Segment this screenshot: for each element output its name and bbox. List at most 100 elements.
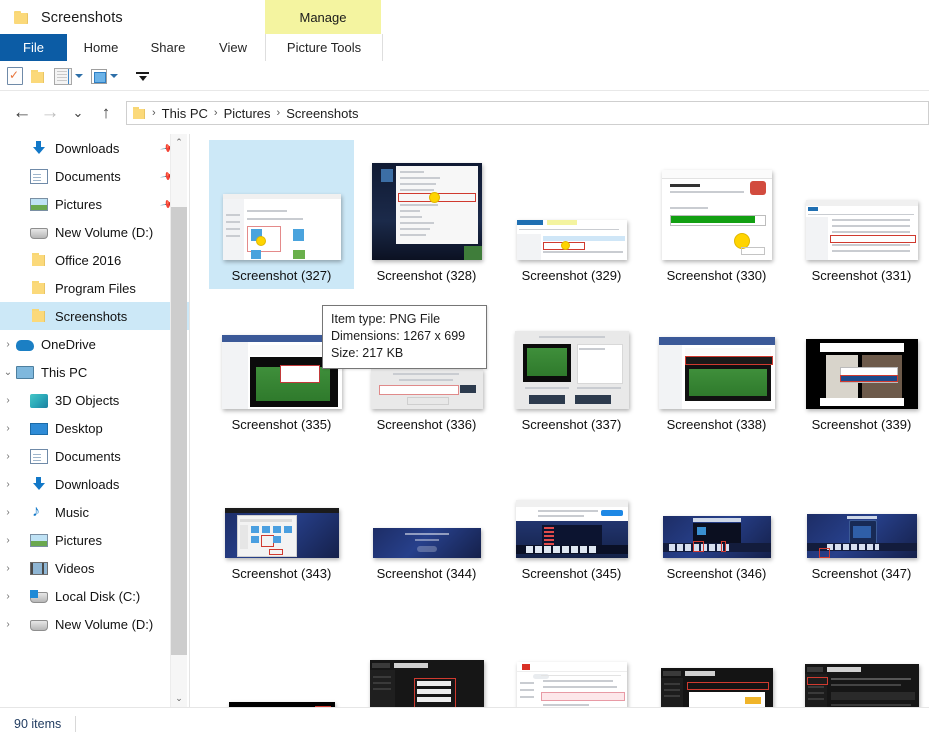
tab-share[interactable]: Share — [135, 34, 201, 61]
breadcrumb[interactable]: › This PC › Pictures › Screenshots — [126, 101, 929, 125]
sidebar-item-new-volume-d[interactable]: New Volume (D:) — [0, 218, 190, 246]
recent-locations-button[interactable]: ⌄ — [64, 99, 92, 127]
sidebar-item-videos[interactable]: › Videos — [0, 554, 190, 582]
chevron-down-icon — [110, 74, 118, 78]
download-icon — [30, 140, 48, 156]
sidebar-item-3d-objects[interactable]: › 3D Objects — [0, 386, 190, 414]
file-tile[interactable]: Screenshot (331) — [789, 140, 929, 289]
thumbnail-dark-toolbar — [220, 624, 344, 707]
file-tile[interactable] — [644, 587, 789, 707]
new-folder-icon — [31, 69, 46, 83]
file-tile[interactable]: Screenshot (347) — [789, 438, 929, 587]
expand-chevron-icon[interactable]: › — [0, 395, 16, 406]
customize-qat-button[interactable] — [126, 65, 149, 87]
preview-pane-icon — [91, 68, 107, 84]
tab-picture-tools[interactable]: Picture Tools — [265, 34, 383, 61]
thumbnail-video-editor-phone — [800, 460, 924, 558]
new-folder-button[interactable] — [31, 65, 46, 87]
scroll-up-icon[interactable]: ⌃ — [171, 134, 187, 151]
expand-chevron-icon[interactable]: › — [0, 591, 16, 602]
sidebar-item-office-2016[interactable]: Office 2016 — [0, 246, 190, 274]
file-tile[interactable] — [499, 587, 644, 707]
scrollbar-thumb[interactable] — [171, 207, 187, 655]
file-tile[interactable]: Screenshot (328) — [354, 140, 499, 289]
chevron-down-icon — [75, 74, 83, 78]
sidebar-item-label: Office 2016 — [55, 252, 122, 268]
expand-chevron-icon[interactable]: › — [0, 339, 16, 350]
sidebar-item-local-disk-c[interactable]: › Local Disk (C:) — [0, 582, 190, 610]
sidebar-item-new-volume-d[interactable]: › New Volume (D:) — [0, 610, 190, 638]
tab-file[interactable]: File — [0, 34, 67, 61]
file-tile[interactable]: Screenshot (344) — [354, 438, 499, 587]
sidebar-item-pictures[interactable]: Pictures 📌 — [0, 190, 190, 218]
sidebar-item-program-files[interactable]: Program Files — [0, 274, 190, 302]
list-size-dropdown[interactable] — [54, 65, 83, 87]
file-tile[interactable]: Screenshot (329) — [499, 140, 644, 289]
expand-chevron-icon[interactable]: ⌄ — [0, 367, 16, 378]
list-size-icon — [54, 67, 72, 85]
thumbnail-video-editor-dark — [655, 460, 779, 558]
properties-icon — [7, 67, 23, 85]
sidebar-item-label: New Volume (D:) — [55, 224, 154, 240]
sidebar-item-label: Downloads — [55, 140, 120, 156]
sidebar-item-downloads[interactable]: › Downloads — [0, 470, 190, 498]
file-tile[interactable]: Screenshot (337) — [499, 289, 644, 438]
sidebar-item-documents[interactable]: Documents 📌 — [0, 162, 190, 190]
preview-pane-dropdown[interactable] — [91, 65, 118, 87]
folder-icon — [30, 280, 48, 296]
expand-chevron-icon[interactable]: › — [0, 535, 16, 546]
forward-button[interactable]: → — [36, 99, 64, 127]
sidebar-item-desktop[interactable]: › Desktop — [0, 414, 190, 442]
file-tile[interactable] — [209, 587, 354, 707]
file-name-label: Screenshot (335) — [231, 417, 332, 432]
file-tile[interactable]: Screenshot (339) — [789, 289, 929, 438]
file-name-label: Screenshot (327) — [231, 268, 332, 283]
customize-qat-icon — [136, 70, 149, 83]
thumbnail-football-browser — [655, 311, 779, 409]
navigation-pane-scrollbar[interactable]: ⌃ ⌄ — [170, 134, 187, 707]
scroll-down-icon[interactable]: ⌄ — [171, 690, 187, 707]
back-button[interactable]: ← — [8, 99, 36, 127]
expand-chevron-icon[interactable]: › — [0, 619, 16, 630]
file-tile[interactable] — [354, 587, 499, 707]
file-tile[interactable] — [789, 587, 929, 707]
file-tile[interactable]: Screenshot (330) — [644, 140, 789, 289]
up-button[interactable]: ↑ — [92, 99, 120, 127]
thumbnail-downloader-result — [510, 311, 634, 409]
tab-home[interactable]: Home — [67, 34, 135, 61]
sidebar-item-label: Documents — [55, 168, 121, 184]
document-icon — [30, 448, 48, 464]
sidebar-item-pictures[interactable]: › Pictures — [0, 526, 190, 554]
breadcrumb-item-screenshots[interactable]: Screenshots — [281, 106, 363, 121]
expand-chevron-icon[interactable]: › — [0, 423, 16, 434]
thumbnail-dark-article — [800, 624, 924, 707]
tooltip-dimensions: Dimensions: 1267 x 699 — [331, 329, 466, 343]
file-tile[interactable]: Screenshot (343) — [209, 438, 354, 587]
sidebar-item-screenshots[interactable]: Screenshots — [0, 302, 190, 330]
file-tile[interactable]: Screenshot (338) — [644, 289, 789, 438]
thumbnail-blue-loading — [365, 460, 489, 558]
picture-icon — [30, 198, 48, 211]
file-list-view[interactable]: Screenshot (327) Screenshot (328) Screen… — [191, 134, 929, 707]
expand-chevron-icon[interactable]: › — [0, 507, 16, 518]
sidebar-item-downloads[interactable]: Downloads 📌 — [0, 134, 190, 162]
properties-button[interactable] — [7, 65, 23, 87]
breadcrumb-item-pictures[interactable]: Pictures — [219, 106, 276, 121]
expand-chevron-icon[interactable]: › — [0, 563, 16, 574]
sidebar-item-label: Videos — [55, 560, 95, 576]
tab-view[interactable]: View — [201, 34, 265, 61]
expand-chevron-icon[interactable]: › — [0, 451, 16, 462]
thumbnail-video-editor — [510, 460, 634, 558]
file-tile[interactable]: Screenshot (327) — [209, 140, 354, 289]
breadcrumb-item-this-pc[interactable]: This PC — [157, 106, 213, 121]
file-tile[interactable]: Screenshot (345) — [499, 438, 644, 587]
sidebar-item-documents[interactable]: › Documents — [0, 442, 190, 470]
sidebar-item-this-pc[interactable]: ⌄ This PC — [0, 358, 190, 386]
file-tile[interactable]: Screenshot (346) — [644, 438, 789, 587]
sidebar-item-music[interactable]: › Music — [0, 498, 190, 526]
navigation-pane[interactable]: Downloads 📌 Documents 📌 Pictures 📌 New Volume … — [0, 134, 190, 707]
sidebar-item-onedrive[interactable]: › OneDrive — [0, 330, 190, 358]
sidebar-item-label: Downloads — [55, 476, 120, 492]
thumbnail-settings-security — [220, 162, 344, 260]
expand-chevron-icon[interactable]: › — [0, 479, 16, 490]
